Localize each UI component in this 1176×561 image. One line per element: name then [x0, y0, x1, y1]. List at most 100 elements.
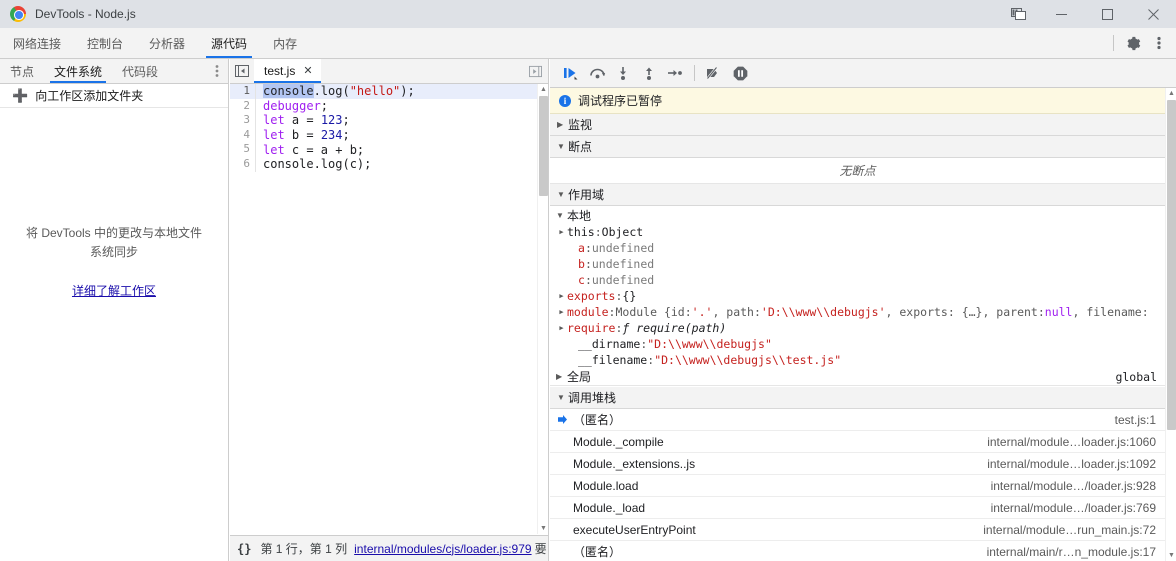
scope-token: :	[615, 321, 623, 335]
call-stack-row[interactable]: （匿名） internal/main/r…n_module.js:17	[550, 541, 1165, 561]
section-watch[interactable]: 监视	[550, 114, 1165, 136]
code-token: debugger	[263, 98, 321, 113]
code-content[interactable]: 1 console.log("hello"); 2 debugger; 3 let a =…	[230, 84, 548, 534]
resume-script-execution-icon[interactable]	[558, 60, 584, 86]
line-number[interactable]: 2	[230, 98, 256, 114]
call-stack-location[interactable]: internal/module…/loader.js:928	[991, 479, 1165, 493]
scope-variable-row[interactable]: b: undefined	[550, 256, 1165, 272]
call-stack-row[interactable]: executeUserEntryPoint internal/module…run…	[550, 519, 1165, 541]
call-stack-location[interactable]: internal/module…loader.js:1092	[987, 457, 1165, 471]
tab-profiler[interactable]: 分析器	[136, 28, 198, 58]
scope-token: undefined	[591, 257, 655, 271]
more-vertical-icon[interactable]	[1146, 30, 1172, 56]
line-number[interactable]: 5	[230, 142, 256, 157]
scope-local-group[interactable]: 本地	[550, 206, 1165, 224]
call-stack-function-name: Module._compile	[573, 434, 664, 449]
pause-on-exceptions-icon[interactable]	[727, 60, 753, 86]
editor-scrollbar-thumb[interactable]	[539, 96, 548, 196]
scope-variable-list: this: Objecta: undefinedb: undefinedc: u…	[550, 224, 1165, 368]
tab-memory[interactable]: 内存	[260, 28, 310, 58]
scroll-down-icon[interactable]: ▼	[538, 523, 549, 534]
call-stack-location[interactable]: test.js:1	[1115, 413, 1165, 427]
sidebar-item-snippets[interactable]: 代码段	[112, 59, 168, 83]
sidebar-item-node[interactable]: 节点	[0, 59, 44, 83]
line-number[interactable]: 4	[230, 127, 256, 143]
code-line[interactable]: 2 debugger;	[230, 98, 548, 114]
pretty-print-button[interactable]: {}	[237, 542, 251, 556]
tab-network[interactable]: 网络连接	[0, 28, 74, 58]
sidebar-item-filesystem[interactable]: 文件系统	[44, 59, 112, 83]
line-number[interactable]: 6	[230, 156, 256, 172]
line-number[interactable]: 1	[230, 84, 256, 99]
gear-icon[interactable]	[1120, 30, 1146, 56]
call-stack-location[interactable]: internal/module…/loader.js:769	[991, 501, 1165, 515]
debugger-scrollbar[interactable]: ▲ ▼	[1165, 88, 1176, 561]
scope-token: Object	[601, 225, 644, 239]
tab-console[interactable]: 控制台	[74, 28, 136, 58]
add-folder-to-workspace-button[interactable]: ➕ 向工作区添加文件夹	[0, 84, 228, 108]
scope-variable-row[interactable]: __dirname: "D:\\www\\debugjs"	[550, 336, 1165, 352]
scroll-up-icon[interactable]: ▲	[1166, 88, 1176, 99]
chevron-right-icon[interactable]	[556, 292, 567, 300]
code-token: c = a + b;	[284, 142, 365, 157]
dock-side-icon[interactable]	[998, 0, 1038, 28]
debugger-scrollbar-thumb[interactable]	[1167, 100, 1176, 430]
learn-more-workspace-link[interactable]: 详细了解工作区	[72, 282, 156, 299]
call-stack-location[interactable]: internal/module…loader.js:1060	[987, 435, 1165, 449]
status-source-link[interactable]: internal/modules/cjs/loader.js:979	[354, 542, 531, 556]
more-vertical-icon[interactable]	[206, 59, 228, 83]
nav-tab-snippets-label: 代码段	[122, 64, 159, 79]
call-stack-function-name: Module.load	[573, 478, 639, 493]
step-over-icon[interactable]	[584, 60, 610, 86]
call-stack-row[interactable]: Module._extensions..js internal/module…lo…	[550, 453, 1165, 475]
code-line[interactable]: 5 let c = a + b;	[230, 142, 548, 157]
maximize-button[interactable]	[1084, 0, 1130, 28]
code-line-content: let c = a + b;	[263, 143, 364, 157]
scope-variable-row[interactable]: c: undefined	[550, 272, 1165, 288]
chevron-right-icon[interactable]	[556, 228, 567, 236]
scope-variable-row[interactable]: a: undefined	[550, 240, 1165, 256]
call-stack-location[interactable]: internal/module…run_main.js:72	[983, 523, 1165, 537]
code-line[interactable]: 6 console.log(c);	[230, 156, 548, 172]
close-button[interactable]	[1130, 0, 1176, 28]
call-stack-row[interactable]: Module._compile internal/module…loader.js…	[550, 431, 1165, 453]
scope-variable-row[interactable]: __filename: "D:\\www\\debugjs\\test.js"	[550, 352, 1165, 368]
close-icon[interactable]: ✕	[303, 65, 312, 77]
scroll-up-icon[interactable]: ▲	[538, 84, 549, 95]
scope-global-group[interactable]: 全局 global	[550, 368, 1165, 386]
chevron-right-icon[interactable]	[556, 308, 567, 316]
deactivate-breakpoints-icon[interactable]	[701, 60, 727, 86]
code-line[interactable]: 4 let b = 234;	[230, 127, 548, 143]
editor-tab-test-js[interactable]: test.js ✕	[254, 59, 321, 83]
step-into-icon[interactable]	[610, 60, 636, 86]
workspace-empty-state: 将 DevTools 中的更改与本地文件系统同步 详细了解工作区	[0, 224, 228, 300]
section-call-stack[interactable]: 调用堆栈	[550, 387, 1165, 409]
scope-variable-row[interactable]: require: ƒ require(path)	[550, 320, 1165, 336]
step-icon[interactable]	[662, 60, 688, 86]
scope-variable-row[interactable]: module: Module {id: '.', path: 'D:\\www\…	[550, 304, 1165, 320]
minimize-button[interactable]	[1038, 0, 1084, 28]
call-stack-row[interactable]: Module._load internal/module…/loader.js:7…	[550, 497, 1165, 519]
tab-sources[interactable]: 源代码	[198, 28, 260, 58]
scope-variable-row[interactable]: this: Object	[550, 224, 1165, 240]
code-line[interactable]: 3 let a = 123;	[230, 113, 548, 128]
show-navigator-icon[interactable]	[230, 59, 254, 83]
chevron-down-icon	[557, 142, 568, 151]
code-line[interactable]: 1 console.log("hello");	[230, 84, 548, 99]
section-call-stack-label: 调用堆栈	[568, 391, 617, 405]
line-number[interactable]: 3	[230, 113, 256, 128]
chevron-right-icon[interactable]	[556, 324, 567, 332]
scope-variable-row[interactable]: exports: {}	[550, 288, 1165, 304]
call-stack-row[interactable]: Module.load internal/module…/loader.js:92…	[550, 475, 1165, 497]
scroll-down-icon[interactable]: ▼	[1166, 550, 1176, 561]
show-debugger-icon[interactable]	[522, 59, 548, 83]
editor-scrollbar[interactable]: ▲ ▼	[537, 84, 548, 534]
scope-token: module	[567, 305, 609, 319]
section-breakpoints[interactable]: 断点	[550, 136, 1165, 158]
chevron-down-icon	[557, 190, 568, 199]
section-scope[interactable]: 作用域	[550, 184, 1165, 206]
call-stack-location[interactable]: internal/main/r…n_module.js:17	[987, 545, 1165, 559]
call-stack-row[interactable]: （匿名） test.js:1	[550, 409, 1165, 431]
step-out-icon[interactable]	[636, 60, 662, 86]
devtools-main-tabbar: 网络连接 控制台 分析器 源代码 内存	[0, 28, 1176, 59]
